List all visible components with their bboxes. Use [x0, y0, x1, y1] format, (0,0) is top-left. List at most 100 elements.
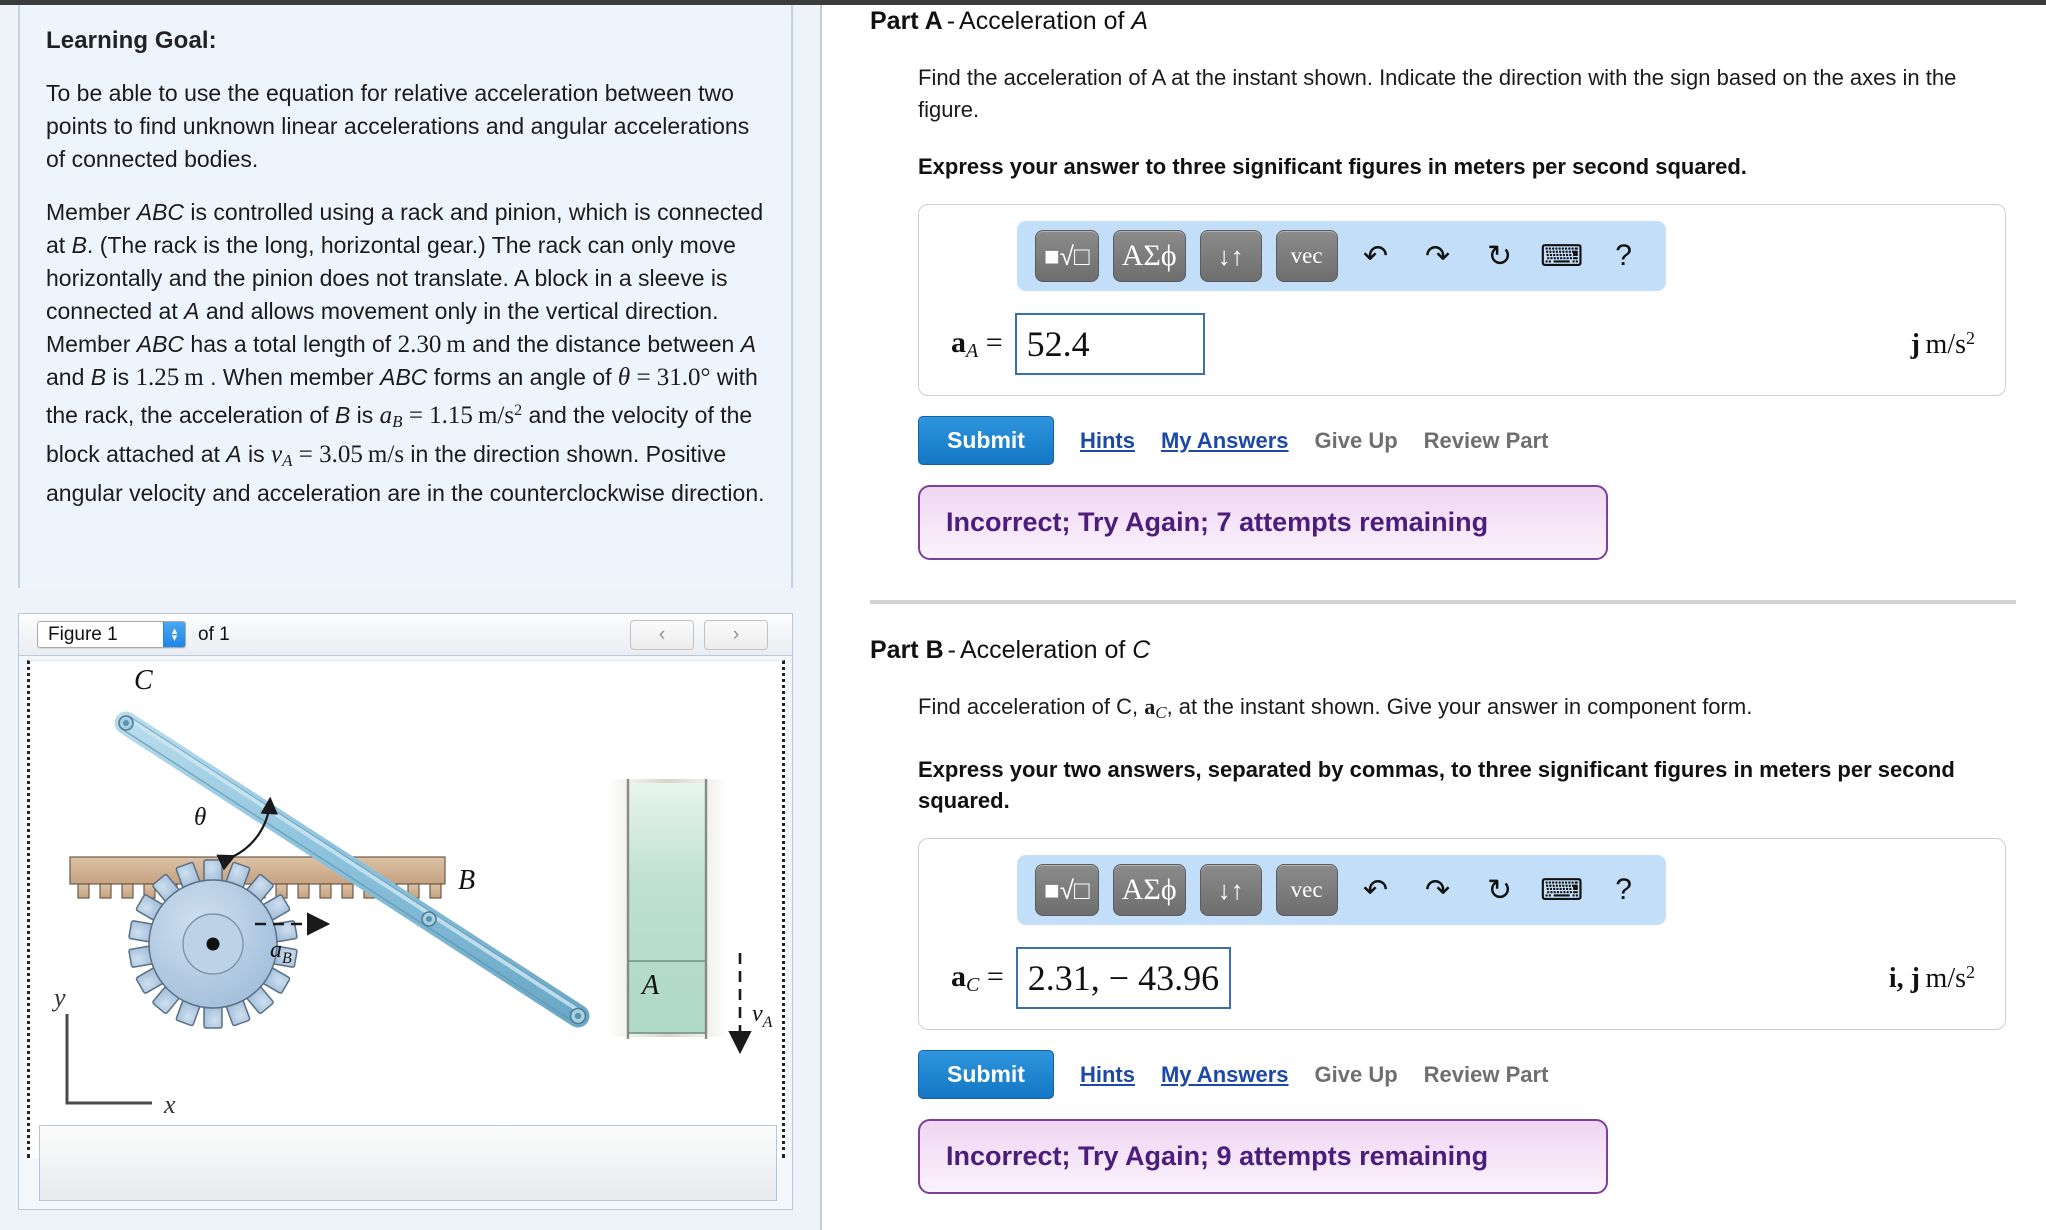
- part-a-give-up-link[interactable]: Give Up: [1315, 428, 1398, 454]
- part-b-answer-card: ■√□ ΑΣϕ ↓↑ vec ↶ ↷ ↻ ⌨ ? aC = 2.31, − 43…: [918, 838, 2006, 1030]
- part-a-label: Part A: [870, 7, 943, 35]
- symbol-a: a: [951, 325, 966, 359]
- sleeve-block-a: [626, 779, 708, 1039]
- right-column: Part A - Acceleration of A Find the accele…: [822, 5, 2046, 1230]
- figure-select[interactable]: Figure 1 ▴ ▾: [37, 621, 186, 648]
- unit-vector-j: j: [1910, 328, 1920, 360]
- point-a-label: A: [226, 441, 242, 467]
- acceleration-b-equation: aB = 1.15 m/s2: [379, 402, 523, 431]
- text-fragment: is: [106, 364, 136, 390]
- point-b-label: B: [90, 364, 107, 390]
- part-a-answer-input[interactable]: 52.4: [1014, 313, 1205, 375]
- figure-canvas: θ aB vA C B A y x: [27, 660, 785, 1158]
- part-a-submit-button[interactable]: Submit: [918, 416, 1054, 465]
- ac-symbol: aC: [1144, 694, 1167, 722]
- part-b-question: Find acceleration of C, aC, at the insta…: [918, 691, 2006, 729]
- part-a-answer-row: aA = 52.4 j m/s2: [939, 313, 1985, 375]
- part-b-title: Acceleration of C: [959, 636, 1151, 664]
- text-fragment: is: [241, 441, 272, 467]
- part-b-review-part-link[interactable]: Review Part: [1424, 1062, 1549, 1088]
- part-b-hints-link[interactable]: Hints: [1080, 1062, 1135, 1088]
- unit-exponent: 2: [1966, 961, 1975, 982]
- vA-label: vA: [752, 1001, 773, 1031]
- redo-icon[interactable]: ↷: [1414, 232, 1462, 280]
- part-b-actions: Submit Hints My Answers Give Up Review P…: [918, 1050, 2006, 1099]
- problem-description-paragraph: Member ABC is controlled using a rack an…: [46, 196, 765, 510]
- part-b-section: Part B - Acceleration of C Find accelerati…: [870, 634, 2016, 1194]
- part-b-give-up-link[interactable]: Give Up: [1315, 1062, 1398, 1088]
- section-separator: [870, 600, 2016, 604]
- y-axis-label: y: [51, 983, 66, 1012]
- part-a-body: Find the acceleration of A at the instan…: [870, 62, 2016, 560]
- label-a: A: [640, 970, 660, 1001]
- undo-icon[interactable]: ↶: [1352, 232, 1400, 280]
- heading-dash: -: [947, 636, 956, 664]
- aB-label: aB: [270, 937, 292, 967]
- updown-arrows-button[interactable]: ↓↑: [1199, 864, 1262, 916]
- learning-goal-paragraph: To be able to use the equation for relat…: [46, 80, 750, 172]
- part-a-answer-card: ■√□ ΑΣϕ ↓↑ vec ↶ ↷ ↻ ⌨ ? aA = 52.4 j m/s…: [918, 204, 2006, 396]
- template-sqrt-button[interactable]: ■√□: [1035, 230, 1099, 282]
- part-b-feedback-banner: Incorrect; Try Again; 9 attempts remaini…: [918, 1119, 1608, 1194]
- redo-icon[interactable]: ↷: [1414, 866, 1462, 914]
- point-b-label: B: [71, 232, 87, 258]
- text-fragment: and the distance between: [465, 331, 741, 357]
- part-a-my-answers-link[interactable]: My Answers: [1161, 428, 1289, 454]
- part-a-hints-link[interactable]: Hints: [1080, 428, 1135, 454]
- greek-letters-button[interactable]: ΑΣϕ: [1112, 230, 1186, 282]
- reset-icon[interactable]: ↻: [1476, 232, 1524, 280]
- figure-nav-group: ‹ ›: [630, 619, 782, 650]
- member-abc-label: ABC: [136, 199, 185, 225]
- template-sqrt-button[interactable]: ■√□: [1035, 864, 1099, 916]
- reset-icon[interactable]: ↻: [1476, 866, 1524, 914]
- distance-ab-value: 1.25 m: [135, 364, 204, 391]
- subscript-a: A: [966, 339, 979, 362]
- part-b-label: Part B: [870, 636, 944, 664]
- part-b-my-answers-link[interactable]: My Answers: [1161, 1062, 1289, 1088]
- left-scrollbar[interactable]: [802, 5, 820, 1230]
- keyboard-icon[interactable]: ⌨: [1538, 232, 1586, 280]
- part-a-review-part-link[interactable]: Review Part: [1424, 428, 1549, 454]
- part-a-feedback-banner: Incorrect; Try Again; 7 attempts remaini…: [918, 485, 1608, 560]
- part-b-submit-button[interactable]: Submit: [918, 1050, 1054, 1099]
- figure-prev-button[interactable]: ‹: [630, 619, 694, 650]
- part-b-answer-row: aC = 2.31, − 43.96 i, j m/s2: [939, 947, 1985, 1009]
- greek-letters-button[interactable]: ΑΣϕ: [1112, 864, 1186, 916]
- figure-toolbar: Figure 1 ▴ ▾ of 1 ‹ ›: [19, 614, 792, 656]
- left-column: Learning Goal: To be able to use the equ…: [0, 5, 820, 1230]
- keyboard-icon[interactable]: ⌨: [1538, 866, 1586, 914]
- figure-select-value: Figure 1: [48, 623, 118, 645]
- text-fragment: has a total length of: [184, 331, 398, 357]
- help-icon[interactable]: ?: [1600, 866, 1648, 914]
- part-a-actions: Submit Hints My Answers Give Up Review P…: [918, 416, 2006, 465]
- part-b-answer-input[interactable]: 2.31, − 43.96: [1015, 947, 1232, 1009]
- unit-vector-ij: i, j: [1888, 962, 1920, 994]
- figure-next-button[interactable]: ›: [704, 619, 768, 650]
- learning-goal-title: Learning Goal:: [46, 27, 217, 54]
- text-fragment: is: [350, 402, 380, 428]
- help-icon[interactable]: ?: [1600, 232, 1648, 280]
- vector-button[interactable]: vec: [1275, 864, 1338, 916]
- figure-count-label: of 1: [198, 623, 230, 645]
- figure-panel: Figure 1 ▴ ▾ of 1 ‹ › θ aB vA C B A y x: [18, 613, 793, 1210]
- part-b-units: i, j m/s2: [1888, 961, 1975, 994]
- updown-arrows-button[interactable]: ↓↑: [1199, 230, 1262, 282]
- theta-label: θ: [194, 804, 206, 831]
- velocity-a-equation: vA = 3.05 m/s: [271, 441, 405, 470]
- text-fragment: and: [46, 364, 91, 390]
- equals-sign: =: [985, 325, 1003, 359]
- theta-equation: θ = 31.0°: [617, 364, 711, 391]
- stepper-arrows-icon[interactable]: ▴ ▾: [163, 622, 185, 647]
- text-fragment: forms an angle of: [427, 364, 618, 390]
- part-a-section: Part A - Acceleration of A Find the accele…: [870, 5, 2016, 560]
- part-a-math-toolbar: ■√□ ΑΣϕ ↓↑ vec ↶ ↷ ↻ ⌨ ?: [1017, 221, 1666, 291]
- part-a-question: Find the acceleration of A at the instan…: [918, 65, 1957, 122]
- x-axis-label: x: [163, 1090, 176, 1119]
- text-fragment: . When member: [203, 364, 381, 390]
- undo-icon[interactable]: ↶: [1352, 866, 1400, 914]
- part-b-math-toolbar: ■√□ ΑΣϕ ↓↑ vec ↶ ↷ ↻ ⌨ ?: [1017, 855, 1666, 925]
- label-b: B: [458, 865, 475, 896]
- label-c: C: [134, 665, 153, 696]
- vector-button[interactable]: vec: [1275, 230, 1338, 282]
- page-root: Learning Goal: To be able to use the equ…: [0, 0, 2046, 1230]
